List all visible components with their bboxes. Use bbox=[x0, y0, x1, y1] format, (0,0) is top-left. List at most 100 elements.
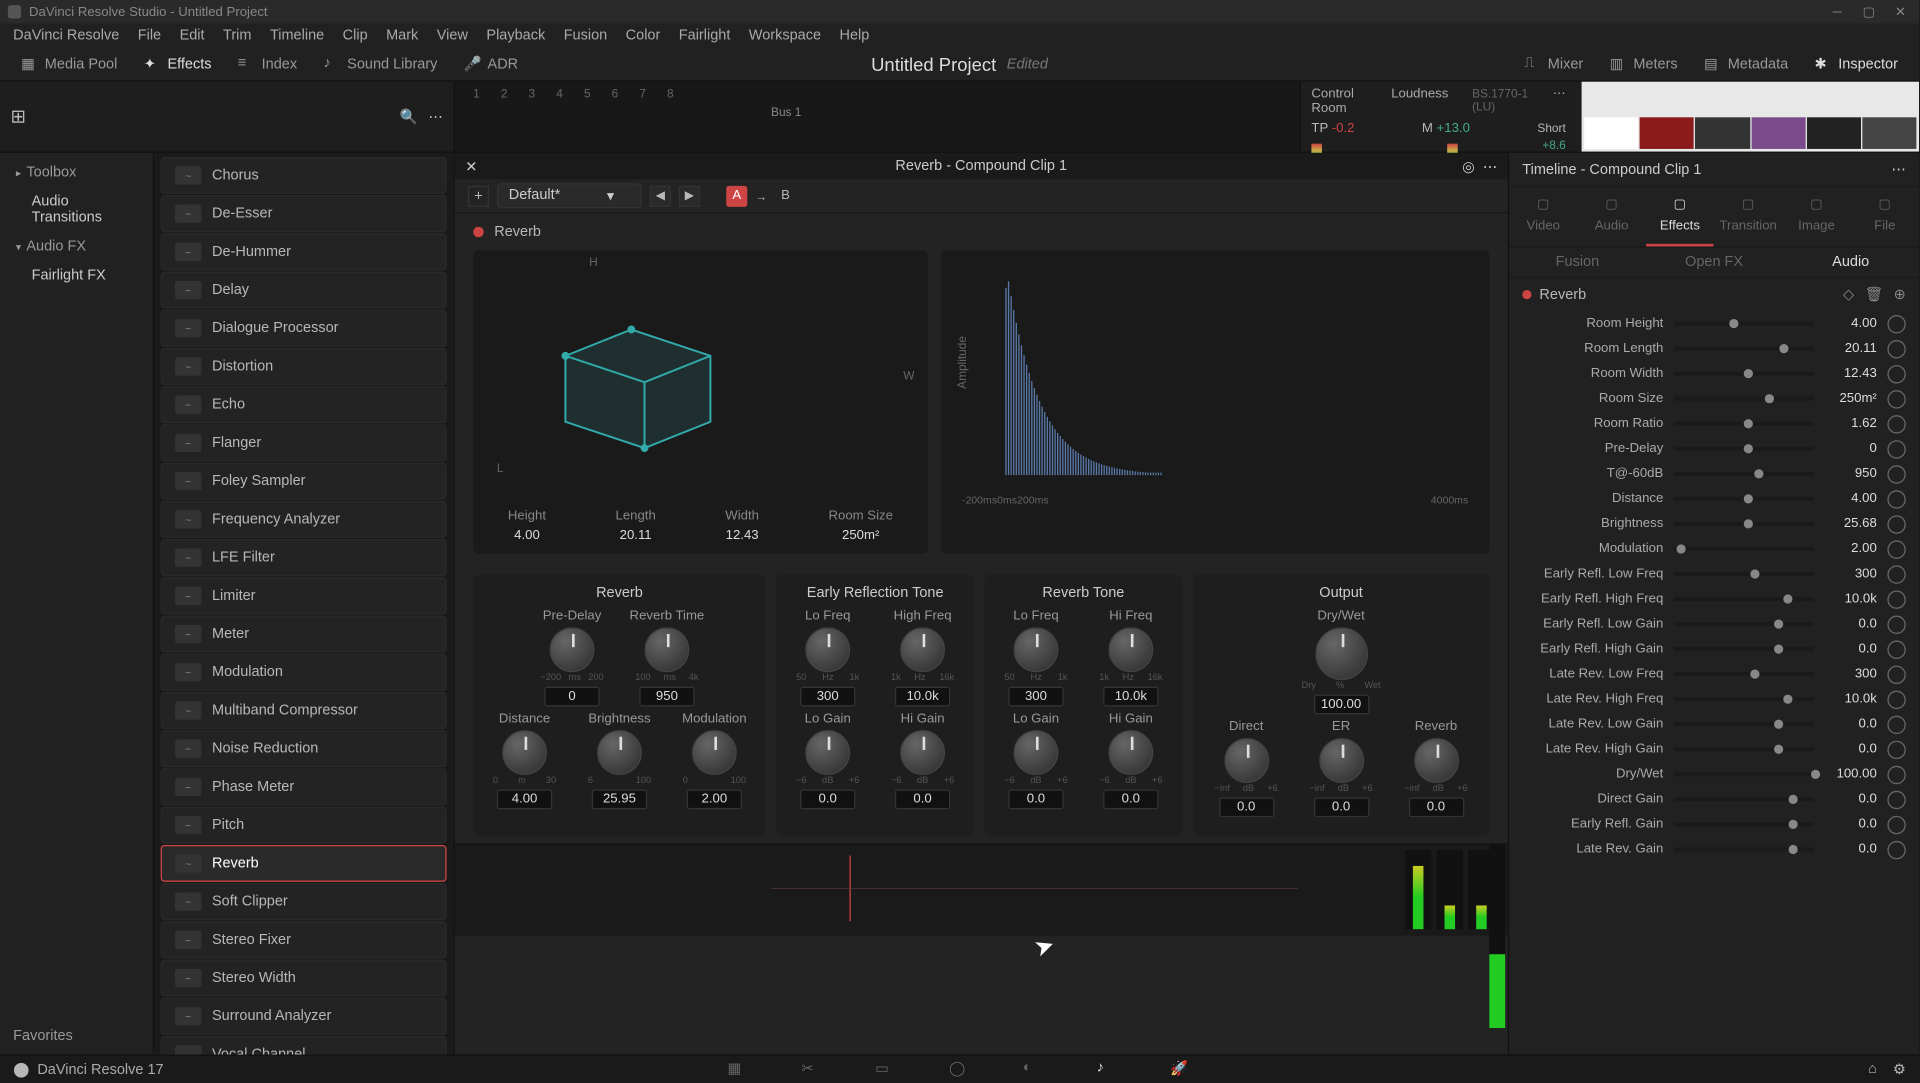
sound-library-button[interactable]: ♪Sound Library bbox=[313, 51, 448, 77]
timeline-view-icon[interactable]: ⊞ bbox=[11, 105, 26, 127]
predelay-value[interactable]: 0 bbox=[544, 687, 599, 707]
fx-list-item[interactable]: ~Noise Reduction bbox=[161, 730, 447, 767]
inspector-menu-icon[interactable]: ⋯ bbox=[1891, 161, 1905, 178]
param-value[interactable]: 10.0k bbox=[1814, 692, 1883, 706]
param-slider[interactable] bbox=[1674, 422, 1814, 426]
inspector-subtab[interactable]: Fusion bbox=[1509, 248, 1646, 277]
metadata-button[interactable]: ▤Metadata bbox=[1693, 51, 1798, 77]
param-reset-button[interactable] bbox=[1887, 790, 1905, 808]
param-value[interactable]: 0.0 bbox=[1814, 717, 1883, 731]
fx-list-item[interactable]: ~Stereo Width bbox=[161, 960, 447, 997]
menu-workspace[interactable]: Workspace bbox=[741, 25, 829, 46]
param-slider[interactable] bbox=[1674, 772, 1814, 776]
timeline-tracks[interactable] bbox=[455, 844, 1508, 936]
param-value[interactable]: 0.0 bbox=[1814, 842, 1883, 856]
audio-fx-header[interactable]: ▾Audio FX bbox=[0, 232, 153, 261]
window-close-button[interactable]: ✕ bbox=[1890, 5, 1911, 19]
param-value[interactable]: 0 bbox=[1814, 442, 1883, 456]
inspector-button[interactable]: ✱Inspector bbox=[1804, 51, 1908, 77]
preset-next-button[interactable]: ▶ bbox=[679, 185, 700, 206]
param-value[interactable]: 300 bbox=[1814, 667, 1883, 681]
fx-list-item[interactable]: ~Pitch bbox=[161, 807, 447, 844]
param-slider[interactable] bbox=[1674, 747, 1814, 751]
menu-color[interactable]: Color bbox=[618, 25, 668, 46]
param-slider[interactable] bbox=[1674, 347, 1814, 351]
param-value[interactable]: 2.00 bbox=[1814, 542, 1883, 556]
fairlight-fx-item[interactable]: Fairlight FX bbox=[0, 261, 153, 290]
fx-list-item[interactable]: ~Reverb bbox=[161, 845, 447, 882]
param-value[interactable]: 250m² bbox=[1814, 391, 1883, 405]
plugin-close-button[interactable]: ✕ bbox=[465, 158, 477, 175]
fx-list[interactable]: ~Chorus~De-Esser~De-Hummer~Delay~Dialogu… bbox=[154, 153, 455, 1055]
param-value[interactable]: 0.0 bbox=[1814, 642, 1883, 656]
param-slider[interactable] bbox=[1674, 647, 1814, 651]
param-reset-button[interactable] bbox=[1887, 565, 1905, 583]
param-reset-button[interactable] bbox=[1887, 665, 1905, 683]
modulation-value[interactable]: 2.00 bbox=[687, 789, 742, 809]
param-reset-button[interactable] bbox=[1887, 314, 1905, 332]
param-reset-button[interactable] bbox=[1887, 389, 1905, 407]
param-reset-button[interactable] bbox=[1887, 540, 1905, 558]
param-value[interactable]: 300 bbox=[1814, 567, 1883, 581]
inspector-tab[interactable]: ▢Effects bbox=[1646, 187, 1714, 246]
param-slider[interactable] bbox=[1674, 472, 1814, 476]
menu-mark[interactable]: Mark bbox=[378, 25, 426, 46]
ert-logain-knob[interactable] bbox=[805, 730, 850, 775]
param-value[interactable]: 0.0 bbox=[1814, 617, 1883, 631]
ab-b-button[interactable]: B bbox=[775, 185, 796, 206]
param-reset-button[interactable] bbox=[1887, 715, 1905, 733]
er-knob[interactable] bbox=[1319, 738, 1364, 783]
room-width-value[interactable]: 12.43 bbox=[726, 529, 759, 543]
keyframe-icon[interactable]: ◇ bbox=[1843, 286, 1854, 303]
param-reset-button[interactable] bbox=[1887, 765, 1905, 783]
brightness-knob[interactable] bbox=[597, 730, 642, 775]
menu-file[interactable]: File bbox=[130, 25, 169, 46]
modulation-knob[interactable] bbox=[692, 730, 737, 775]
fx-list-item[interactable]: ~Soft Clipper bbox=[161, 883, 447, 920]
param-value[interactable]: 0.0 bbox=[1814, 792, 1883, 806]
page-media-icon[interactable]: ▦ bbox=[728, 1059, 749, 1080]
window-minimize-button[interactable]: ─ bbox=[1827, 5, 1848, 19]
menu-view[interactable]: View bbox=[429, 25, 476, 46]
menu-fairlight[interactable]: Fairlight bbox=[671, 25, 738, 46]
add-preset-button[interactable]: + bbox=[468, 185, 489, 206]
fx-list-item[interactable]: ~LFE Filter bbox=[161, 539, 447, 576]
fx-list-item[interactable]: ~Chorus bbox=[161, 157, 447, 194]
param-reset-button[interactable] bbox=[1887, 415, 1905, 433]
decay-visualization[interactable]: Amplitude -200ms0ms200ms4000ms bbox=[941, 250, 1489, 553]
param-reset-button[interactable] bbox=[1887, 740, 1905, 758]
plugin-target-icon[interactable]: ◎ bbox=[1462, 158, 1475, 175]
param-value[interactable]: 950 bbox=[1814, 467, 1883, 481]
param-reset-button[interactable] bbox=[1887, 440, 1905, 458]
fx-list-item[interactable]: ~Vocal Channel bbox=[161, 1036, 447, 1054]
param-value[interactable]: 25.68 bbox=[1814, 517, 1883, 531]
rt-hifreq-knob[interactable] bbox=[1108, 627, 1153, 672]
menu-edit[interactable]: Edit bbox=[172, 25, 213, 46]
param-reset-button[interactable] bbox=[1887, 640, 1905, 658]
inspector-tab[interactable]: ▢Image bbox=[1782, 187, 1850, 246]
param-slider[interactable] bbox=[1674, 372, 1814, 376]
fx-list-item[interactable]: ~Flanger bbox=[161, 424, 447, 461]
fx-list-item[interactable]: ~Meter bbox=[161, 616, 447, 653]
param-reset-button[interactable] bbox=[1887, 590, 1905, 608]
inspector-subtab[interactable]: Audio bbox=[1782, 248, 1919, 277]
fx-list-item[interactable]: ~Stereo Fixer bbox=[161, 921, 447, 958]
mixer-button[interactable]: ⎍Mixer bbox=[1514, 51, 1594, 77]
param-reset-button[interactable] bbox=[1887, 364, 1905, 382]
fx-list-item[interactable]: ~Multiband Compressor bbox=[161, 692, 447, 729]
inspector-tab[interactable]: ▢Audio bbox=[1577, 187, 1645, 246]
room-size-value[interactable]: 250m² bbox=[842, 529, 879, 543]
param-slider[interactable] bbox=[1674, 397, 1814, 401]
page-cut-icon[interactable]: ✂ bbox=[801, 1059, 822, 1080]
fx-list-item[interactable]: ~Dialogue Processor bbox=[161, 310, 447, 347]
param-slider[interactable] bbox=[1674, 497, 1814, 501]
reset-icon[interactable]: ⊕ bbox=[1894, 286, 1906, 303]
fx-list-item[interactable]: ~Delay bbox=[161, 272, 447, 309]
param-value[interactable]: 4.00 bbox=[1814, 492, 1883, 506]
rt-higain-knob[interactable] bbox=[1108, 730, 1153, 775]
rt-lofreq-knob[interactable] bbox=[1014, 627, 1059, 672]
effects-button[interactable]: ✦Effects bbox=[133, 51, 222, 77]
fx-list-item[interactable]: ~De-Hummer bbox=[161, 233, 447, 270]
page-fairlight-icon[interactable]: ♪ bbox=[1097, 1059, 1118, 1080]
param-slider[interactable] bbox=[1674, 547, 1814, 551]
